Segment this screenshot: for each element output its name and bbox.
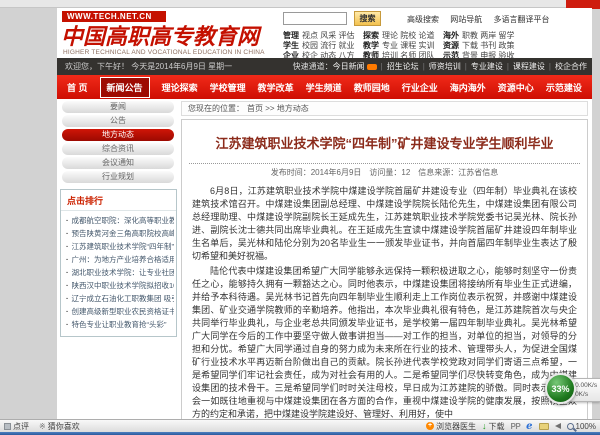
nav-teaching-reform[interactable]: 教学改革 <box>258 81 294 94</box>
content-area: 要闻 公告 地方动态 综合资讯 会议通知 行业规划 点击排行 成都航空职院：深化… <box>57 99 592 432</box>
ranking-item[interactable]: 江苏建筑职业技术学院“四年制”矿... <box>66 240 174 253</box>
page: WWW.TECH.NET.CN 中国高职高专教育网 HIGHER TECHNIC… <box>57 8 592 432</box>
quick-cell[interactable]: 管理视点 风采 评估 <box>283 30 363 40</box>
welcome-text: 欢迎您，下午好！ 今天是2014年6月9日 星期一 <box>65 58 232 75</box>
channel-link-training[interactable]: 师资培训 <box>419 58 461 75</box>
quick-cell[interactable]: 教学专业 课程 实训 <box>363 40 443 50</box>
comment-icon <box>4 423 11 430</box>
magnifier-icon <box>567 423 574 430</box>
folder-button[interactable] <box>539 423 549 430</box>
sitemap-link[interactable]: 网站导航 <box>450 15 482 24</box>
article-body: 6月8日，江苏建筑职业技术学院中煤建设学院首届矿井建设专业（四年制）毕业典礼在该… <box>192 185 577 421</box>
nav-students[interactable]: 学生频道 <box>306 81 342 94</box>
channel-link-course[interactable]: 课程建设 <box>503 58 545 75</box>
accelerator-badge[interactable]: 33% <box>545 373 576 404</box>
mute-button[interactable] <box>555 423 561 429</box>
click-ranking-list: 成都航空职院：深化高等职业教育改... 预告陕黄河金三角高职院校高峰论坛... … <box>61 214 176 331</box>
translate-link[interactable]: 多语言翻译平台 <box>493 15 549 24</box>
sidebar: 要闻 公告 地方动态 综合资讯 会议通知 行业规划 点击排行 成都航空职院：深化… <box>57 99 179 432</box>
nav-industry[interactable]: 行业企业 <box>402 81 438 94</box>
plus-icon: + <box>426 422 434 430</box>
quick-cell[interactable]: 学生校园 流行 就业 <box>283 40 363 50</box>
ie-kernel-button[interactable]: e <box>526 421 532 432</box>
sidebar-item-yaowen[interactable]: 要闻 <box>62 101 174 113</box>
ie-icon: e <box>526 421 532 432</box>
channel-link-coop[interactable]: 校企合作 <box>545 58 587 75</box>
quick-cell[interactable]: 探索理论 院校 论道 <box>363 30 443 40</box>
sidebar-item-zonghezixun[interactable]: 综合资讯 <box>62 143 174 155</box>
nav-theory[interactable]: 理论探索 <box>162 81 198 94</box>
ranking-item[interactable]: 广州：为地方产业培养合格适用人才 <box>66 253 174 266</box>
breadcrumb: 您现在的位置：首页 >> 地方动态 <box>181 101 588 116</box>
pp-icon: PP <box>510 422 520 431</box>
pp-plugin-button[interactable]: PP <box>510 422 520 431</box>
ranking-item[interactable]: 成都航空职院：深化高等职业教育改... <box>66 214 174 227</box>
speaker-icon <box>555 423 561 429</box>
main-nav: 首 页 新闻公告 理论探索 学校管理 教学改革 学生频道 教师园地 行业企业 海… <box>57 75 592 99</box>
sidebar-item-difangdongtai-active[interactable]: 地方动态 <box>62 129 174 141</box>
click-ranking-title: 点击排行 <box>61 190 176 211</box>
search-links: 高级搜索 网站导航 多语言翻译平台 <box>407 14 558 25</box>
nav-resources[interactable]: 资源中心 <box>498 81 534 94</box>
ranking-item[interactable]: 辽宁成立石油化工职教集团 吸引132... <box>66 292 174 305</box>
article-paragraph: 陆伦代表中煤建设集团希望广大同学能够永远保持一颗积极进取之心，能够时刻坚守一份责… <box>192 265 577 421</box>
comment-button[interactable]: 点评 <box>4 421 29 432</box>
click-ranking-box: 点击排行 成都航空职院：深化高等职业教育改... 预告陕黄河金三角高职院校高峰论… <box>60 189 177 337</box>
download-speed: 0K/s <box>575 391 588 398</box>
nav-overseas[interactable]: 海内海外 <box>450 81 486 94</box>
channel-link-forum[interactable]: 招生论坛 <box>377 58 419 75</box>
quick-link-grid: 管理视点 风采 评估 探索理论 院校 论道 海外职教 两岸 留学 学生校园 流行… <box>283 30 589 60</box>
browser-top-strip <box>0 0 600 8</box>
quick-cell[interactable]: 资源下载 书刊 政策 <box>443 40 535 50</box>
ranking-item[interactable]: 创建高级新型职业农民资格证书制度... <box>66 305 174 318</box>
nav-teachers[interactable]: 教师园地 <box>354 81 390 94</box>
download-button[interactable]: ↓下载 <box>482 421 505 432</box>
nav-demo[interactable]: 示范建设 <box>546 81 582 94</box>
breadcrumb-label: 您现在的位置： <box>188 104 244 113</box>
guess-you-like-button[interactable]: ※猜你喜欢 <box>39 421 80 432</box>
folder-icon <box>539 423 549 430</box>
article-title: 江苏建筑职业技术学院“四年制”矿井建设专业学生顺利毕业 <box>182 133 587 152</box>
search-input[interactable] <box>283 12 347 25</box>
nav-news-active[interactable]: 新闻公告 <box>100 77 150 98</box>
article-column: 您现在的位置：首页 >> 地方动态 江苏建筑职业技术学院“四年制”矿井建设专业学… <box>181 99 590 432</box>
channel-link-major[interactable]: 专业建设 <box>461 58 503 75</box>
sidebar-item-hangyeguihua[interactable]: 行业规划 <box>62 171 174 183</box>
download-icon: ↓ <box>482 421 487 431</box>
quick-cell[interactable]: 海外职教 两岸 留学 <box>443 30 535 40</box>
screen: WWW.TECH.NET.CN 中国高职高专教育网 HIGHER TECHNIC… <box>0 0 600 435</box>
quick-channel-label: 快速通道： <box>293 58 333 75</box>
article-paragraph: 6月8日，江苏建筑职业技术学院中煤建设学院首届矿井建设专业（四年制）毕业典礼在该… <box>192 185 577 263</box>
ranking-item[interactable]: 预告陕黄河金三角高职院校高峰论坛... <box>66 227 174 240</box>
sidebar-item-huiyitongzhi[interactable]: 会议通知 <box>62 157 174 169</box>
upload-speed: 0.00K/s <box>575 382 597 389</box>
channel-link-news[interactable]: 今日新闻 <box>333 58 377 75</box>
zoom-control[interactable]: 100% <box>567 422 596 431</box>
browser-doctor-button[interactable]: +浏览器医生 <box>426 421 476 432</box>
article-box: 江苏建筑职业技术学院“四年制”矿井建设专业学生顺利毕业 发布时间：2014年6月… <box>181 119 588 431</box>
site-logo[interactable]: 中国高职高专教育网 <box>61 19 259 51</box>
zoom-level: 100% <box>576 422 596 431</box>
sidebar-item-gonggao[interactable]: 公告 <box>62 115 174 127</box>
nav-home[interactable]: 首 页 <box>67 81 88 94</box>
quick-channel-links: 今日新闻 招生论坛 师资培训 专业建设 课程建设 校企合作 <box>333 58 587 75</box>
article-meta: 发布时间：2014年6月9日 访问量：12 信息来源：江苏省信息 <box>182 167 587 178</box>
ranking-item[interactable]: 陕西汉中职业技术学院拟招收100名... <box>66 279 174 292</box>
ranking-item[interactable]: 湖北职业技术学院：让专业社团成为... <box>66 266 174 279</box>
nav-school-mgmt[interactable]: 学校管理 <box>210 81 246 94</box>
breadcrumb-path[interactable]: 首页 >> 地方动态 <box>247 104 309 113</box>
welcome-bar: 欢迎您，下午好！ 今天是2014年6月9日 星期一 快速通道： 今日新闻 招生论… <box>57 58 592 75</box>
new-icon <box>367 64 377 70</box>
browser-status-bar: 点评 ※猜你喜欢 +浏览器医生 ↓下载 PP e 100% <box>0 419 600 432</box>
dotted-separator <box>189 163 580 164</box>
ranking-item[interactable]: 特色专业让职业教育抢“头彩” <box>66 318 174 331</box>
site-logo-subtitle: HIGHER TECHNICAL AND VOCATIONAL EDUCATIO… <box>63 49 265 56</box>
star-icon: ※ <box>39 422 46 431</box>
advanced-search-link[interactable]: 高级搜索 <box>407 15 439 24</box>
search-button[interactable]: 搜索 <box>354 11 381 26</box>
